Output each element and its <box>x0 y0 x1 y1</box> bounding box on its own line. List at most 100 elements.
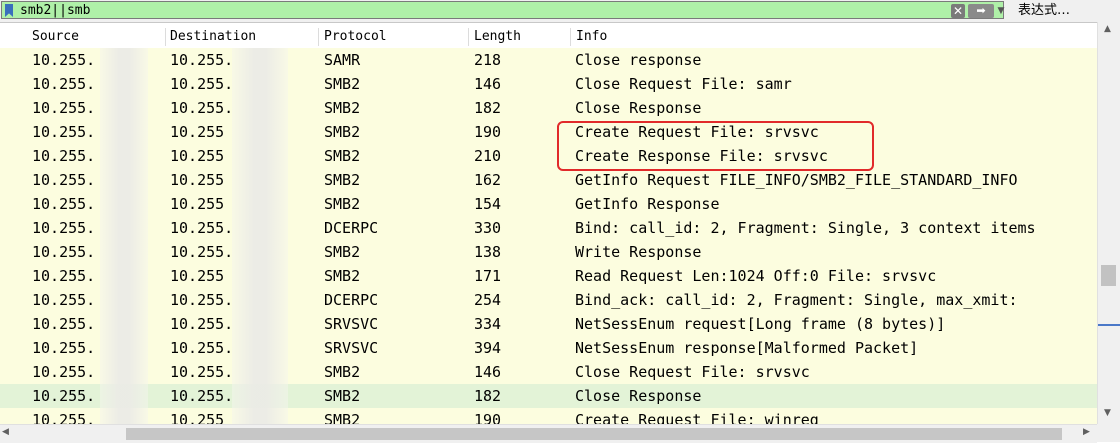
packet-row[interactable]: 10.255. 10.255 SMB2 190 Create Request File:… <box>0 120 1097 144</box>
horizontal-scroll-thumb[interactable] <box>126 428 1062 440</box>
scroll-right-icon[interactable]: ▶ <box>1083 427 1090 437</box>
column-divider[interactable] <box>318 28 319 46</box>
filter-text[interactable]: smb2||smb <box>20 3 90 18</box>
packet-info-cell: Bind_ack: call_id: 2, Fragment: Single, … <box>575 291 1018 309</box>
horizontal-scrollbar[interactable]: ◀ ▶ <box>0 424 1097 443</box>
packet-source-cell: 10.255. <box>32 387 96 405</box>
packet-length-cell: 334 <box>474 315 502 333</box>
packet-destination-cell: 10.255 <box>170 147 225 165</box>
packet-length-cell: 330 <box>474 219 502 237</box>
packet-protocol-cell: SRVSVC <box>324 315 379 333</box>
packet-source-cell: 10.255. <box>32 123 96 141</box>
packet-protocol-cell: SMB2 <box>324 75 361 93</box>
column-header-destination[interactable]: Destination <box>170 26 256 48</box>
packet-length-cell: 146 <box>474 363 502 381</box>
display-filter-toolbar: smb2||smb ✕ ➡ ▼ 表达式… <box>0 0 1120 23</box>
packet-info-cell: Close Request File: srvsvc <box>575 363 810 381</box>
packet-row[interactable]: 10.255. 10.255. SMB2 146 Close Request File:… <box>0 72 1097 96</box>
packet-length-cell: 254 <box>474 291 502 309</box>
packet-length-cell: 138 <box>474 243 502 261</box>
packet-length-cell: 171 <box>474 267 502 285</box>
packet-length-cell: 182 <box>474 99 502 117</box>
packet-source-cell: 10.255. <box>32 51 96 69</box>
packet-source-cell: 10.255. <box>32 171 96 189</box>
packet-destination-cell: 10.255. <box>170 243 234 261</box>
packet-destination-cell: 10.255 <box>170 195 225 213</box>
redaction-blur <box>100 48 148 428</box>
packet-source-cell: 10.255. <box>32 99 96 117</box>
column-header-source[interactable]: Source <box>32 26 79 48</box>
packet-destination-cell: 10.255. <box>170 51 234 69</box>
expression-button[interactable]: 表达式… <box>1012 1 1076 20</box>
packet-protocol-cell: DCERPC <box>324 219 379 237</box>
packet-destination-cell: 10.255. <box>170 219 234 237</box>
packet-protocol-cell: SMB2 <box>324 387 361 405</box>
packet-destination-cell: 10.255 <box>170 171 225 189</box>
packet-protocol-cell: SMB2 <box>324 363 361 381</box>
packet-source-cell: 10.255. <box>32 291 96 309</box>
column-header-info[interactable]: Info <box>576 26 607 48</box>
vertical-scroll-thumb[interactable] <box>1101 265 1116 286</box>
packet-length-cell: 154 <box>474 195 502 213</box>
column-divider[interactable] <box>165 28 166 46</box>
packet-destination-cell: 10.255 <box>170 411 225 424</box>
packet-info-cell: GetInfo Response <box>575 195 720 213</box>
packet-row[interactable]: 10.255. 10.255 SMB2 210 Create Response File… <box>0 144 1097 168</box>
packet-protocol-cell: SRVSVC <box>324 339 379 357</box>
packet-row[interactable]: 10.255. 10.255 SMB2 190 Create Request File:… <box>0 408 1097 424</box>
packet-row[interactable]: 10.255. 10.255. SAMR 218 Close response <box>0 48 1097 72</box>
packet-row[interactable]: 10.255. 10.255. SRVSVC 334 NetSessEnum reque… <box>0 312 1097 336</box>
packet-list: 10.255. 10.255. SAMR 218 Close response 10.25… <box>0 48 1097 424</box>
packet-protocol-cell: SMB2 <box>324 99 361 117</box>
selected-packet-marker <box>1098 324 1120 326</box>
packet-row[interactable]: 10.255. 10.255. SMB2 182 Close Response <box>0 96 1097 120</box>
packet-info-cell: Bind: call_id: 2, Fragment: Single, 3 co… <box>575 219 1036 237</box>
vertical-scrollbar[interactable]: ▲ ▼ <box>1097 22 1120 424</box>
annotation-highlight-box <box>557 121 874 171</box>
packet-protocol-cell: SMB2 <box>324 411 361 424</box>
packet-length-cell: 190 <box>474 411 502 424</box>
packet-destination-cell: 10.255. <box>170 363 234 381</box>
packet-source-cell: 10.255. <box>32 243 96 261</box>
column-divider[interactable] <box>468 28 469 46</box>
clear-filter-icon[interactable]: ✕ <box>951 4 965 18</box>
bookmark-icon[interactable] <box>5 4 13 17</box>
packet-length-cell: 190 <box>474 123 502 141</box>
packet-destination-cell: 10.255. <box>170 339 234 357</box>
packet-destination-cell: 10.255. <box>170 291 234 309</box>
packet-row[interactable]: 10.255. 10.255. SMB2 138 Write Response <box>0 240 1097 264</box>
packet-info-cell: GetInfo Request FILE_INFO/SMB2_FILE_STAN… <box>575 171 1018 189</box>
column-header-length[interactable]: Length <box>474 26 521 48</box>
packet-protocol-cell: SMB2 <box>324 195 361 213</box>
packet-protocol-cell: DCERPC <box>324 291 379 309</box>
scroll-up-icon[interactable]: ▲ <box>1104 24 1111 34</box>
packet-info-cell: Read Request Len:1024 Off:0 File: srvsvc <box>575 267 937 285</box>
packet-protocol-cell: SMB2 <box>324 267 361 285</box>
packet-row[interactable]: 10.255. 10.255. DCERPC 254 Bind_ack: call_id… <box>0 288 1097 312</box>
packet-row[interactable]: 10.255. 10.255. DCERPC 330 Bind: call_id: 2,… <box>0 216 1097 240</box>
packet-info-cell: NetSessEnum response[Malformed Packet] <box>575 339 919 357</box>
packet-protocol-cell: SMB2 <box>324 171 361 189</box>
apply-filter-icon[interactable]: ➡ <box>968 4 994 18</box>
packet-row[interactable]: 10.255. 10.255 SMB2 162 GetInfo Request FILE… <box>0 168 1097 192</box>
packet-source-cell: 10.255. <box>32 195 96 213</box>
packet-destination-cell: 10.255 <box>170 123 225 141</box>
filter-history-dropdown-icon[interactable]: ▼ <box>997 4 1005 18</box>
scroll-left-icon[interactable]: ◀ <box>2 427 9 437</box>
packet-row[interactable]: 10.255. 10.255. SRVSVC 394 NetSessEnum respo… <box>0 336 1097 360</box>
packet-row[interactable]: 10.255. 10.255. SMB2 146 Close Request File:… <box>0 360 1097 384</box>
packet-length-cell: 182 <box>474 387 502 405</box>
packet-row[interactable]: 10.255. 10.255 SMB2 154 GetInfo Response <box>0 192 1097 216</box>
scroll-down-icon[interactable]: ▼ <box>1104 408 1111 418</box>
packet-row[interactable]: 10.255. 10.255 SMB2 171 Read Request Len:102… <box>0 264 1097 288</box>
packet-source-cell: 10.255. <box>32 267 96 285</box>
packet-destination-cell: 10.255. <box>170 75 234 93</box>
packet-row[interactable]: 10.255. 10.255. SMB2 182 Close Response <box>0 384 1097 408</box>
packet-info-cell: Close Response <box>575 387 702 405</box>
packet-list-header: Source Destination Protocol Length Info <box>0 26 1097 49</box>
column-header-protocol[interactable]: Protocol <box>324 26 387 48</box>
redaction-blur <box>232 48 288 428</box>
packet-destination-cell: 10.255. <box>170 387 234 405</box>
display-filter-input[interactable]: smb2||smb ✕ ➡ ▼ <box>1 1 1004 19</box>
column-divider[interactable] <box>570 28 571 46</box>
